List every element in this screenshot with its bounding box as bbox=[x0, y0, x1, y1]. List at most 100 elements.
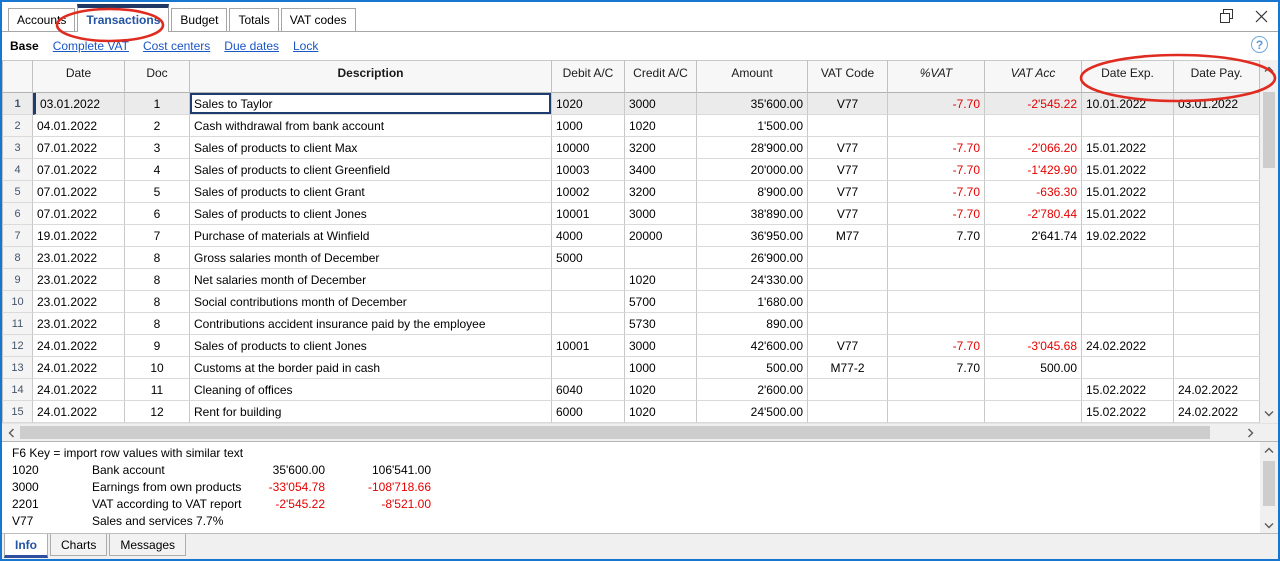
cell-vat_acc[interactable] bbox=[985, 115, 1082, 137]
cell-vat_pct[interactable] bbox=[888, 291, 985, 313]
cell-date[interactable]: 24.01.2022 bbox=[33, 379, 125, 401]
cell-debit[interactable] bbox=[552, 313, 625, 335]
cell-vat_acc[interactable]: -2'066.20 bbox=[985, 137, 1082, 159]
cell-date_exp[interactable]: 15.01.2022 bbox=[1082, 137, 1174, 159]
cell-debit[interactable]: 10001 bbox=[552, 335, 625, 357]
cell-date[interactable]: 04.01.2022 bbox=[33, 115, 125, 137]
cell-debit[interactable]: 6000 bbox=[552, 401, 625, 423]
cell-doc[interactable]: 3 bbox=[125, 137, 190, 159]
cell-vat_pct[interactable]: -7.70 bbox=[888, 159, 985, 181]
cell-vat_pct[interactable] bbox=[888, 401, 985, 423]
cell-date[interactable]: 24.01.2022 bbox=[33, 335, 125, 357]
cell-debit[interactable]: 4000 bbox=[552, 225, 625, 247]
scroll-left-button[interactable] bbox=[2, 424, 20, 442]
cell-description[interactable]: Sales of products to client Max bbox=[190, 137, 552, 159]
tab-accounts[interactable]: Accounts bbox=[8, 8, 76, 31]
scroll-down-button[interactable] bbox=[1260, 405, 1278, 423]
cell-vat_code[interactable]: V77 bbox=[808, 203, 888, 225]
cell-description[interactable]: Purchase of materials at Winfield bbox=[190, 225, 552, 247]
cell-credit[interactable]: 1020 bbox=[625, 379, 697, 401]
cell-credit[interactable]: 3000 bbox=[625, 203, 697, 225]
cell-date_exp[interactable] bbox=[1082, 115, 1174, 137]
cell-date[interactable]: 24.01.2022 bbox=[33, 401, 125, 423]
cell-debit[interactable]: 1000 bbox=[552, 115, 625, 137]
cell-amount[interactable]: 890.00 bbox=[697, 313, 808, 335]
cell-amount[interactable]: 1'680.00 bbox=[697, 291, 808, 313]
cell-amount[interactable]: 36'950.00 bbox=[697, 225, 808, 247]
cell-description[interactable]: Sales of products to client Greenfield bbox=[190, 159, 552, 181]
link-complete-vat[interactable]: Complete VAT bbox=[53, 39, 129, 53]
col-header-doc[interactable]: Doc bbox=[125, 60, 190, 93]
cell-doc[interactable]: 1 bbox=[125, 93, 190, 115]
cell-date[interactable]: 07.01.2022 bbox=[33, 137, 125, 159]
cell-credit[interactable]: 5730 bbox=[625, 313, 697, 335]
cell-amount[interactable]: 8'900.00 bbox=[697, 181, 808, 203]
cell-amount[interactable]: 28'900.00 bbox=[697, 137, 808, 159]
cell-date_exp[interactable] bbox=[1082, 313, 1174, 335]
cell-doc[interactable]: 6 bbox=[125, 203, 190, 225]
tab-totals[interactable]: Totals bbox=[229, 8, 279, 31]
cell-date[interactable]: 23.01.2022 bbox=[33, 269, 125, 291]
cell-vat_code[interactable]: V77 bbox=[808, 335, 888, 357]
cell-vat_acc[interactable]: -2'545.22 bbox=[985, 93, 1082, 115]
cell-vat_acc[interactable]: -1'429.90 bbox=[985, 159, 1082, 181]
cell-date_pay[interactable] bbox=[1174, 357, 1260, 379]
link-lock[interactable]: Lock bbox=[293, 39, 318, 53]
cell-date_exp[interactable]: 19.02.2022 bbox=[1082, 225, 1174, 247]
cell-debit[interactable]: 10001 bbox=[552, 203, 625, 225]
vertical-scroll-track[interactable] bbox=[1260, 78, 1278, 405]
bottom-tab-messages[interactable]: Messages bbox=[109, 534, 187, 556]
cell-doc[interactable]: 8 bbox=[125, 291, 190, 313]
row-number[interactable]: 3 bbox=[2, 137, 33, 159]
cell-vat_code[interactable]: V77 bbox=[808, 159, 888, 181]
cell-doc[interactable]: 2 bbox=[125, 115, 190, 137]
link-cost-centers[interactable]: Cost centers bbox=[143, 39, 210, 53]
cell-date[interactable]: 19.01.2022 bbox=[33, 225, 125, 247]
cell-vat_code[interactable] bbox=[808, 247, 888, 269]
cell-vat_acc[interactable] bbox=[985, 247, 1082, 269]
cell-doc[interactable]: 9 bbox=[125, 335, 190, 357]
cell-description[interactable]: Net salaries month of December bbox=[190, 269, 552, 291]
cell-description[interactable]: Rent for building bbox=[190, 401, 552, 423]
row-number[interactable]: 13 bbox=[2, 357, 33, 379]
cell-description[interactable]: Cleaning of offices bbox=[190, 379, 552, 401]
cell-credit[interactable]: 3000 bbox=[625, 93, 697, 115]
cell-credit[interactable]: 3400 bbox=[625, 159, 697, 181]
cell-vat_acc[interactable]: 2'641.74 bbox=[985, 225, 1082, 247]
cell-debit[interactable] bbox=[552, 269, 625, 291]
col-header-debit[interactable]: Debit A/C bbox=[552, 60, 625, 93]
cell-vat_code[interactable]: M77-2 bbox=[808, 357, 888, 379]
info-scroll-up-button[interactable] bbox=[1260, 442, 1278, 457]
cell-vat_code[interactable] bbox=[808, 379, 888, 401]
cell-date_exp[interactable] bbox=[1082, 247, 1174, 269]
cell-date_exp[interactable]: 15.01.2022 bbox=[1082, 203, 1174, 225]
cell-debit[interactable]: 6040 bbox=[552, 379, 625, 401]
cell-amount[interactable]: 1'500.00 bbox=[697, 115, 808, 137]
cell-credit[interactable]: 3200 bbox=[625, 181, 697, 203]
cell-description[interactable]: Social contributions month of December bbox=[190, 291, 552, 313]
cell-doc[interactable]: 5 bbox=[125, 181, 190, 203]
row-number[interactable]: 12 bbox=[2, 335, 33, 357]
cell-description[interactable]: Sales of products to client Jones bbox=[190, 335, 552, 357]
cell-vat_pct[interactable]: -7.70 bbox=[888, 93, 985, 115]
row-number[interactable]: 8 bbox=[2, 247, 33, 269]
cell-vat_code[interactable] bbox=[808, 401, 888, 423]
cell-date[interactable]: 03.01.2022 bbox=[33, 93, 125, 115]
row-number[interactable]: 11 bbox=[2, 313, 33, 335]
cell-vat_acc[interactable]: -636.30 bbox=[985, 181, 1082, 203]
cell-date[interactable]: 23.01.2022 bbox=[33, 247, 125, 269]
cell-vat_pct[interactable]: -7.70 bbox=[888, 137, 985, 159]
cell-date_pay[interactable]: 24.02.2022 bbox=[1174, 379, 1260, 401]
col-header-row-number[interactable] bbox=[2, 60, 33, 93]
cell-vat_pct[interactable] bbox=[888, 313, 985, 335]
cell-credit[interactable] bbox=[625, 247, 697, 269]
cell-credit[interactable]: 3200 bbox=[625, 137, 697, 159]
cell-date_pay[interactable] bbox=[1174, 335, 1260, 357]
cell-description[interactable]: Sales to Taylor bbox=[190, 93, 552, 115]
cell-debit[interactable] bbox=[552, 291, 625, 313]
cell-amount[interactable]: 24'330.00 bbox=[697, 269, 808, 291]
cell-amount[interactable]: 35'600.00 bbox=[697, 93, 808, 115]
cell-amount[interactable]: 26'900.00 bbox=[697, 247, 808, 269]
cell-debit[interactable]: 1020 bbox=[552, 93, 625, 115]
row-number[interactable]: 9 bbox=[2, 269, 33, 291]
